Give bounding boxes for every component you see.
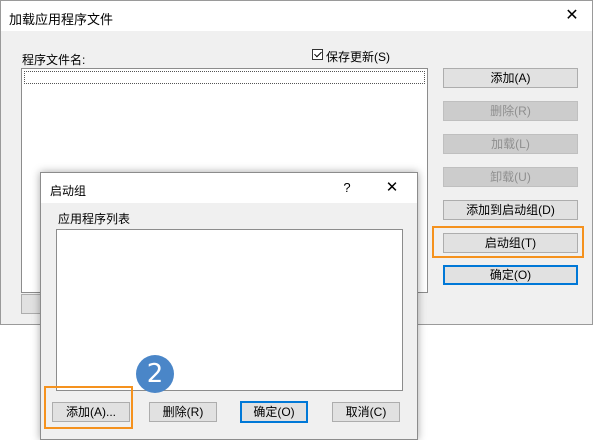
save-updates-checkbox[interactable]: [312, 49, 323, 60]
ok-button[interactable]: 确定(O): [443, 265, 578, 285]
delete-button[interactable]: 删除(R): [443, 101, 578, 121]
help-icon[interactable]: ?: [337, 173, 357, 203]
close-icon[interactable]: ✕: [552, 1, 592, 31]
startup-dialog-titlebar: 启动组 ? ✕: [41, 173, 417, 203]
close-icon[interactable]: ✕: [377, 173, 407, 203]
startup-ok-button[interactable]: 确定(O): [240, 401, 308, 423]
unload-button[interactable]: 卸载(U): [443, 167, 578, 187]
main-titlebar: 加载应用程序文件 ✕: [1, 1, 592, 31]
app-list[interactable]: [56, 229, 403, 391]
add-button[interactable]: 添加(A): [443, 68, 578, 88]
app-list-label: 应用程序列表: [58, 212, 131, 226]
startup-dialog-title: 启动组: [50, 184, 87, 198]
step-2-badge: 2: [136, 355, 174, 393]
startup-add-button[interactable]: 添加(A)...: [52, 402, 130, 422]
focus-row: [24, 71, 425, 84]
startup-group-button[interactable]: 启动组(T): [443, 233, 578, 253]
add-to-startup-button[interactable]: 添加到启动组(D): [443, 200, 578, 220]
main-window-title: 加载应用程序文件: [9, 12, 114, 27]
save-updates-label[interactable]: 保存更新(S): [326, 48, 390, 65]
load-button[interactable]: 加载(L): [443, 134, 578, 154]
files-label: 程序文件名:: [22, 53, 86, 67]
startup-group-dialog: 启动组 ? ✕ 应用程序列表 添加(A)... 删除(R) 确定(O) 取消(C…: [40, 172, 418, 440]
startup-delete-button[interactable]: 删除(R): [149, 402, 217, 422]
startup-cancel-button[interactable]: 取消(C): [332, 402, 400, 422]
